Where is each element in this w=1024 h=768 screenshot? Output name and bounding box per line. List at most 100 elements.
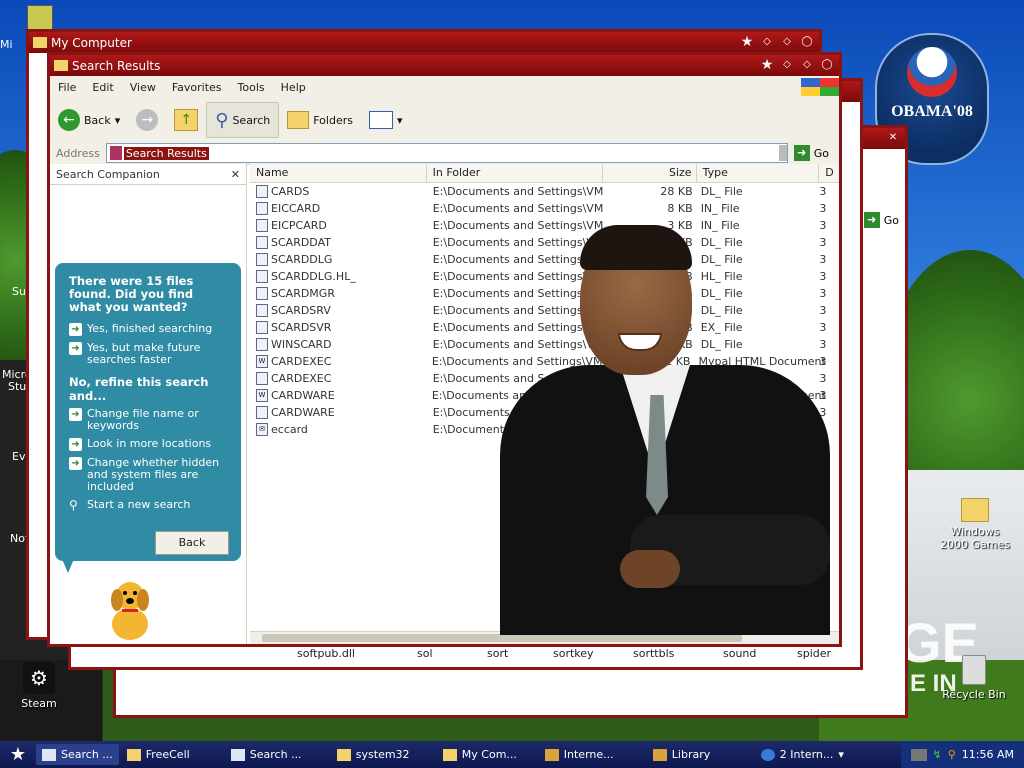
star-icon[interactable]: ★	[739, 34, 755, 50]
up-folder-button[interactable]: ↑	[166, 103, 206, 137]
option-label: Yes, but make future searches faster	[87, 341, 201, 366]
task-search-2[interactable]: Search ...	[225, 744, 329, 765]
chevron-down-icon[interactable]: ▾	[838, 748, 844, 761]
file-name: SCARDSRV	[271, 304, 331, 317]
menu-edit[interactable]: Edit	[84, 81, 121, 94]
folders-button[interactable]: Folders	[279, 103, 361, 137]
task-system32[interactable]: system32	[331, 744, 435, 765]
desktop-icon-recycle-bin[interactable]: Recycle Bin	[935, 655, 1013, 701]
freecell-icon	[126, 748, 141, 761]
cell-name: EICCARD	[250, 202, 427, 215]
forward-button[interactable]: →	[128, 103, 166, 137]
task-label: Search ...	[61, 748, 113, 761]
go-arrow-icon: ➜	[863, 212, 880, 228]
close-icon[interactable]: ✕	[231, 168, 240, 181]
clock[interactable]: 11:56 AM	[962, 748, 1014, 761]
option-hidden-files[interactable]: ➜ Change whether hidden and system files…	[55, 454, 241, 496]
desktop-label-stu[interactable]: Stu	[8, 380, 26, 393]
option-change-file-name[interactable]: ➜ Change file name or keywords	[55, 405, 241, 435]
address-dropdown[interactable]	[778, 145, 787, 161]
task-internet-group[interactable]: 2 Intern... ▾	[755, 744, 865, 765]
search-window-icon	[230, 748, 245, 761]
folder-item[interactable]: sort	[487, 647, 553, 660]
cell-folder: E:\Documents and Settings\VM2...	[432, 202, 604, 215]
task-search-1[interactable]: Search ...	[36, 744, 119, 765]
table-row[interactable]: CARDS E:\Documents and Settings\VM2... 28 …	[250, 183, 839, 200]
library-icon	[652, 748, 667, 761]
menu-tools[interactable]: Tools	[230, 81, 273, 94]
file-icon	[256, 236, 268, 249]
start-button[interactable]: ★	[0, 741, 36, 768]
menu-help[interactable]: Help	[273, 81, 314, 94]
close-icon[interactable]: ◯	[799, 34, 815, 50]
results-question: There were 15 files found. Did you find …	[69, 274, 194, 314]
address-value: Search Results	[123, 146, 209, 160]
folder-item[interactable]: sortkey	[553, 647, 633, 660]
column-type[interactable]: Type	[697, 164, 820, 182]
obama-logo-ring	[907, 47, 957, 97]
cell-size: 8 KB	[667, 202, 693, 215]
table-row[interactable]: EICCARD E:\Documents and Settings\VM2... 8…	[250, 200, 839, 217]
menu-file[interactable]: File	[50, 81, 84, 94]
menu-view[interactable]: View	[122, 81, 164, 94]
scrollbar-thumb[interactable]	[262, 634, 742, 642]
close-icon[interactable]: ✕	[885, 130, 901, 146]
keyboard-icon[interactable]	[910, 748, 927, 761]
views-button[interactable]: ▾	[361, 103, 411, 137]
cell-name: CARDWARE	[250, 406, 427, 419]
close-icon[interactable]: ◯	[819, 57, 835, 73]
companion-back-button[interactable]: Back	[155, 531, 229, 555]
star-icon[interactable]: ★	[759, 57, 775, 73]
background-go-button[interactable]: ➜ Go	[863, 212, 899, 228]
column-date[interactable]: D	[819, 164, 839, 182]
task-internet[interactable]: Interne...	[539, 744, 645, 765]
folder-item[interactable]: softpub.dll	[71, 647, 417, 660]
desktop-label-ev[interactable]: Ev	[12, 450, 25, 463]
option-more-locations[interactable]: ➜ Look in more locations	[55, 435, 241, 454]
minimize-icon[interactable]: ◇	[779, 57, 795, 73]
search-results-titlebar[interactable]: Search Results ★ ◇ ◇ ◯	[50, 55, 839, 76]
folder-item[interactable]: spider	[797, 647, 857, 660]
task-library[interactable]: Library	[647, 744, 753, 765]
address-input[interactable]: Search Results	[105, 143, 788, 163]
folder-item[interactable]: sol	[417, 647, 487, 660]
chevron-down-icon[interactable]: ▾	[397, 114, 403, 127]
task-freecell[interactable]: FreeCell	[121, 744, 223, 765]
column-in-folder[interactable]: In Folder	[427, 164, 604, 182]
back-arrow-icon: ←	[58, 109, 80, 131]
chevron-down-icon[interactable]: ▾	[115, 114, 121, 127]
column-size[interactable]: Size	[603, 164, 697, 182]
cell-name: SCARDMGR	[250, 287, 427, 300]
desktop-label-su[interactable]: Su	[12, 285, 26, 298]
desktop-label-mi[interactable]: Mi	[0, 38, 13, 51]
search-icon[interactable]: ⚲	[948, 748, 956, 761]
search-dog-icon[interactable]	[100, 574, 160, 644]
maximize-icon[interactable]: ◇	[799, 57, 815, 73]
cell-name: CARDS	[250, 185, 427, 198]
desktop-my-documents-icon[interactable]	[27, 5, 53, 31]
search-button[interactable]: ⚲ Search	[206, 102, 280, 138]
file-name: SCARDDLG.HL_	[271, 270, 356, 283]
arrow-icon: ➜	[69, 457, 82, 470]
desktop-icon-steam[interactable]: ⚙ Steam	[0, 662, 78, 710]
menu-bar: File Edit View Favorites Tools Help	[50, 76, 839, 99]
go-button[interactable]: ➜ Go	[788, 145, 839, 161]
list-header: Name In Folder Size Type D	[250, 164, 839, 183]
network-icon[interactable]: ↯	[933, 748, 942, 761]
maximize-icon[interactable]: ◇	[779, 34, 795, 50]
folder-item[interactable]: sound	[723, 647, 797, 660]
option-new-search[interactable]: ⚲ Start a new search	[55, 496, 241, 514]
folder-item[interactable]: sorttbls	[633, 647, 723, 660]
option-future-faster[interactable]: ➜ Yes, but make future searches faster	[55, 339, 241, 369]
minimize-icon[interactable]: ◇	[759, 34, 775, 50]
task-my-computer[interactable]: My Com...	[437, 744, 537, 765]
menu-favorites[interactable]: Favorites	[164, 81, 230, 94]
my-computer-titlebar[interactable]: My Computer ★ ◇ ◇ ◯	[29, 32, 819, 53]
recycle-bin-icon	[962, 655, 986, 685]
desktop-icon-win2000-games[interactable]: Windows 2000 Games	[936, 498, 1014, 551]
option-finished-searching[interactable]: ➜ Yes, finished searching	[55, 320, 241, 339]
option-label: Yes, finished searching	[87, 322, 213, 335]
column-name[interactable]: Name	[250, 164, 427, 182]
file-icon	[256, 219, 268, 232]
back-button[interactable]: ← Back ▾	[50, 103, 128, 137]
